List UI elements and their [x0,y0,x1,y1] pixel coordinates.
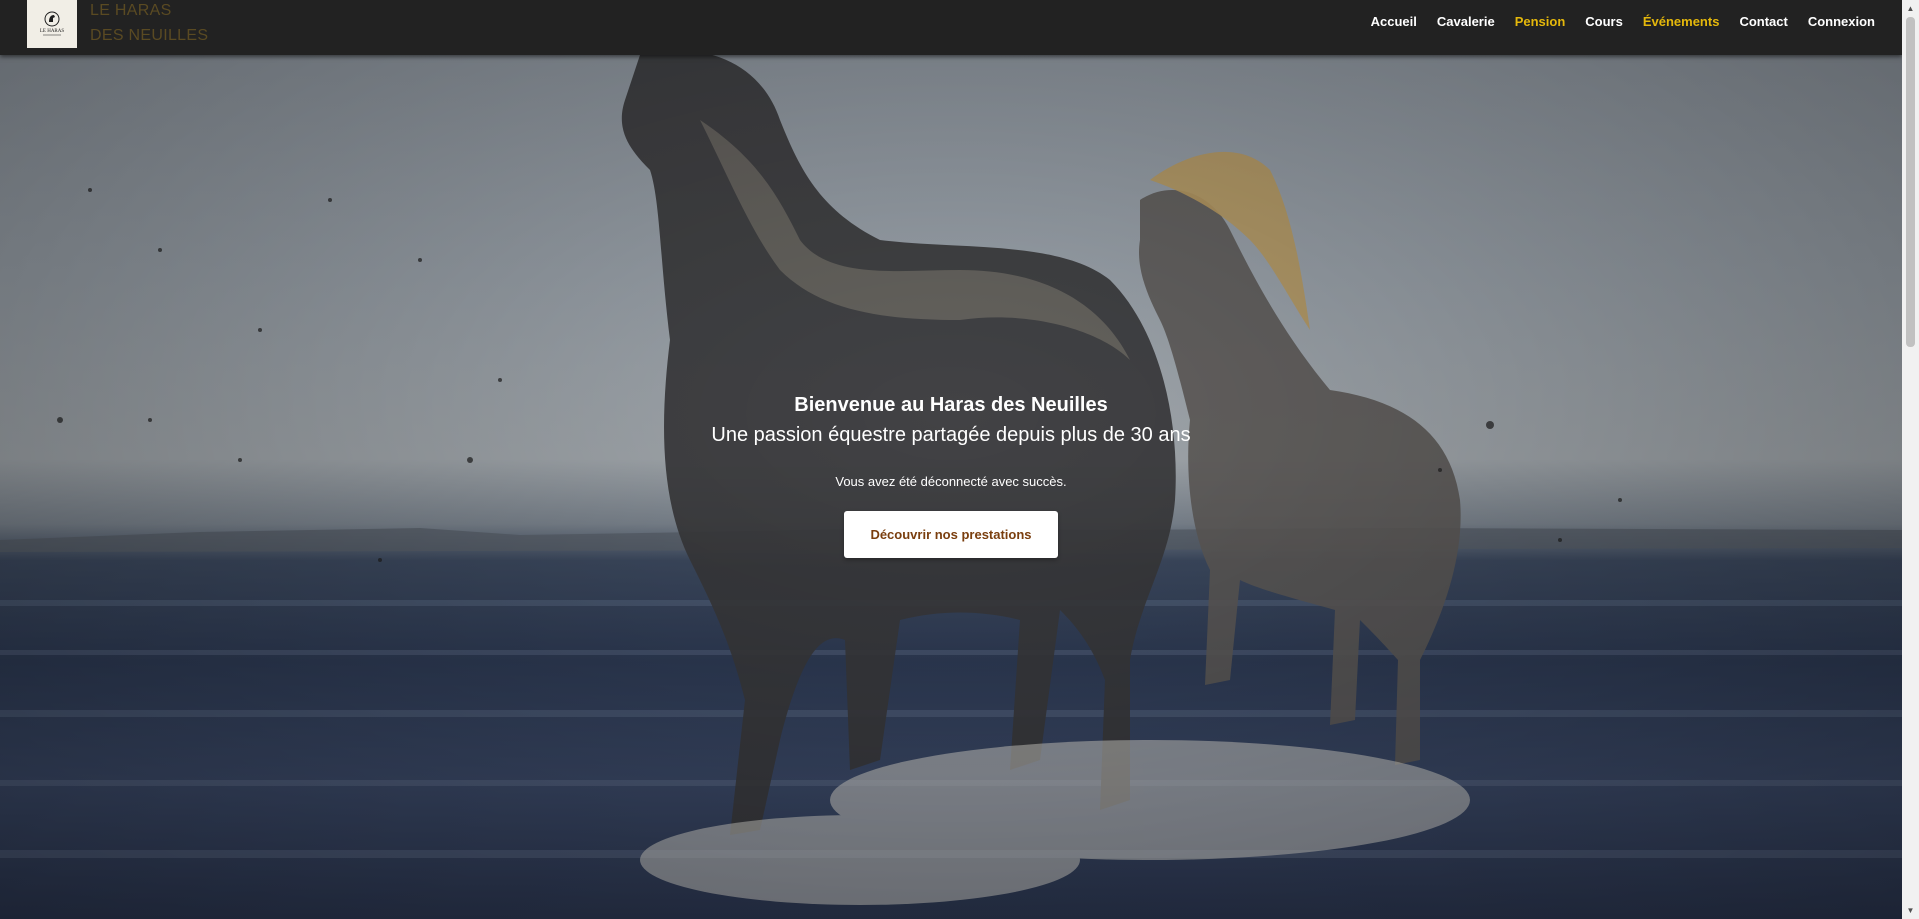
hero-title: Bienvenue au Haras des Neuilles [794,394,1108,416]
hero-content: Bienvenue au Haras des Neuilles Une pass… [0,393,1902,558]
scroll-down-arrow-icon[interactable]: ▼ [1902,902,1919,919]
svg-text:LE HARAS: LE HARAS [40,29,65,34]
nav-item-connexion[interactable]: Connexion [1808,14,1875,29]
nav-item-evenements[interactable]: Événements [1643,14,1720,29]
nav-item-cavalerie[interactable]: Cavalerie [1437,14,1495,29]
nav-item-contact[interactable]: Contact [1739,14,1787,29]
logo[interactable]: LE HARAS [27,0,77,48]
vertical-scrollbar[interactable]: ▲ ▼ [1902,0,1919,919]
nav-item-pension[interactable]: Pension [1515,14,1566,29]
hero-subtitle: Une passion équestre partagée depuis plu… [711,424,1191,446]
scroll-up-arrow-icon[interactable]: ▲ [1902,0,1919,17]
brand-name[interactable]: LE HARAS DES NEUILLES [90,0,208,48]
page: LE HARAS LE HARAS DES NEUILLES Accueil C… [0,0,1919,919]
main-nav: Accueil Cavalerie Pension Cours Événemen… [1371,14,1875,29]
scrollbar-thumb[interactable] [1906,17,1915,347]
discover-services-button[interactable]: Découvrir nos prestations [844,511,1058,558]
brand-line2: DES NEUILLES [90,27,209,44]
nav-item-cours[interactable]: Cours [1585,14,1623,29]
brand-line1: LE HARAS [90,2,172,19]
horse-logo-icon: LE HARAS [40,11,65,36]
flash-message: Vous avez été déconnecté avec succès. [835,474,1067,489]
nav-item-accueil[interactable]: Accueil [1371,14,1417,29]
navbar: LE HARAS LE HARAS DES NEUILLES Accueil C… [0,0,1902,55]
